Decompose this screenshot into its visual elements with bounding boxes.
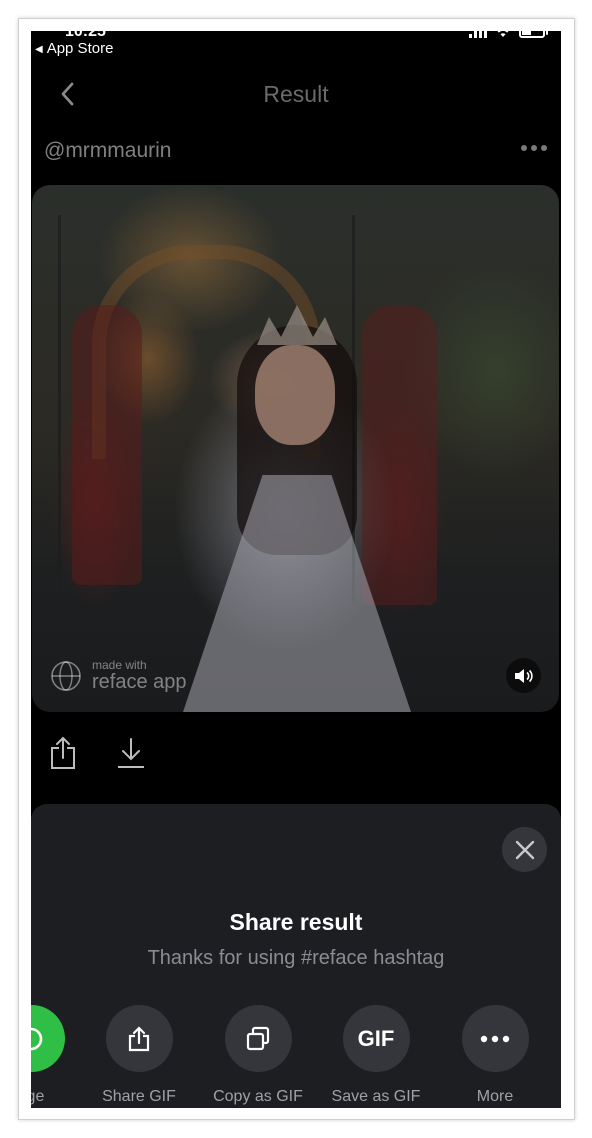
speaker-icon[interactable]: [506, 658, 541, 693]
guard-figure: [72, 305, 142, 585]
share-option-label: Share GIF: [102, 1088, 176, 1105]
wifi-icon: [497, 31, 509, 37]
copy-glyph: [246, 1026, 270, 1050]
phone-screen: 10:25 ◀ App Store Result @mrmmaurin made…: [31, 31, 561, 1108]
share-glyph: [128, 1025, 150, 1051]
message-icon: [31, 1005, 65, 1072]
share-option-save-gif[interactable]: GIF Save as GIF: [311, 1005, 441, 1106]
page-title: Result: [263, 81, 329, 107]
back-to-app-link[interactable]: ◀ App Store: [35, 40, 113, 57]
speaker-glyph: [514, 668, 533, 683]
result-video[interactable]: made with reface app: [32, 185, 559, 712]
sheet-title: Share result: [229, 909, 363, 935]
cellular-signal-icon: [469, 31, 487, 38]
message-glyph: [31, 1027, 43, 1050]
status-icons: [469, 31, 548, 38]
gif-icon-text: GIF: [357, 1025, 395, 1051]
guard-spear: [58, 215, 61, 595]
back-app-label: App Store: [46, 40, 114, 57]
download-icon[interactable]: [117, 736, 145, 770]
share-option-label: Copy as GIF: [213, 1088, 303, 1105]
watermark-big-text: reface app: [92, 671, 187, 693]
close-icon: [515, 840, 534, 859]
username[interactable]: @mrmmaurin: [44, 139, 172, 163]
share-sheet: Share result Thanks for using #reface ha…: [31, 804, 561, 1108]
share-option-share-gif[interactable]: Share GIF: [74, 1005, 204, 1106]
reface-watermark: made with reface app: [50, 659, 187, 692]
share-option-copy-gif[interactable]: Copy as GIF: [193, 1005, 323, 1106]
girl-face: [255, 345, 335, 445]
battery-icon: [519, 31, 548, 38]
ellipsis-icon: [461, 1005, 529, 1072]
share-icon[interactable]: [49, 736, 77, 770]
guard-figure: [362, 305, 437, 605]
back-triangle-icon: ◀: [35, 44, 43, 55]
share-option-more[interactable]: More: [430, 1005, 560, 1106]
close-button[interactable]: [502, 827, 547, 872]
copy-icon: [224, 1005, 292, 1072]
globe-icon: [51, 660, 81, 691]
ellipsis-icon[interactable]: [521, 145, 547, 151]
share-option-label: More: [476, 1088, 514, 1105]
gif-icon: GIF: [342, 1005, 410, 1072]
sheet-subtitle: Thanks for using #reface hashtag: [147, 947, 445, 969]
ellipsis-glyph: [480, 1035, 510, 1042]
share-option-label: Save as GIF: [331, 1088, 421, 1105]
share-icon: [105, 1005, 173, 1072]
